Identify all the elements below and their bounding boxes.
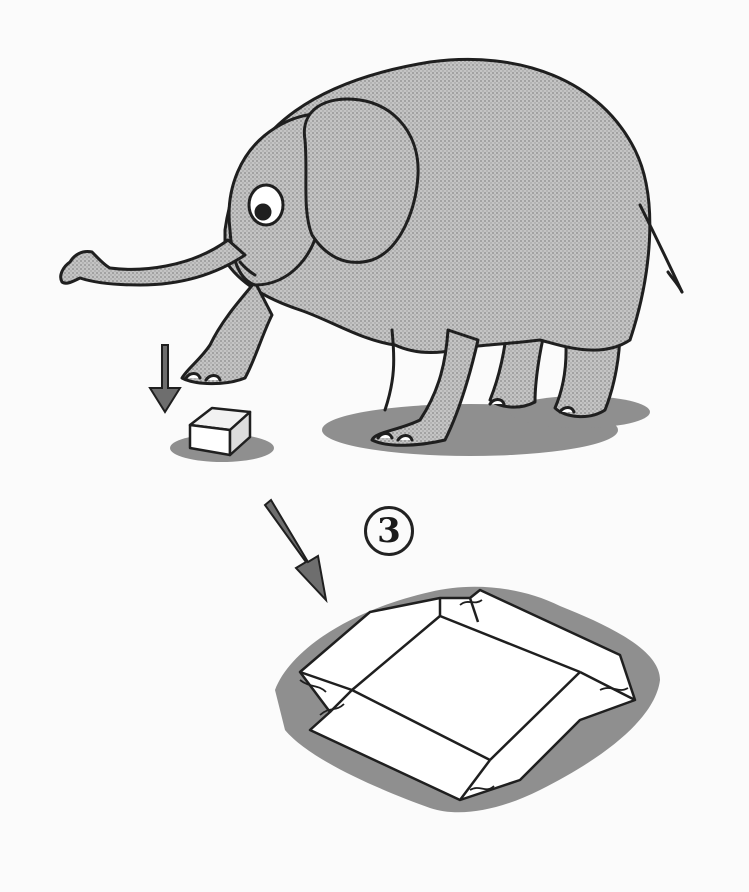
illustration-canvas — [59, 57, 684, 813]
diagonal-arrow-icon — [263, 498, 328, 604]
sugar-cube-icon — [170, 406, 274, 462]
flattened-box-net-icon — [275, 586, 660, 813]
down-arrow-icon — [148, 344, 182, 414]
step-number-badge: 3 — [364, 506, 414, 556]
instruction-illustration: 3 — [0, 0, 749, 892]
